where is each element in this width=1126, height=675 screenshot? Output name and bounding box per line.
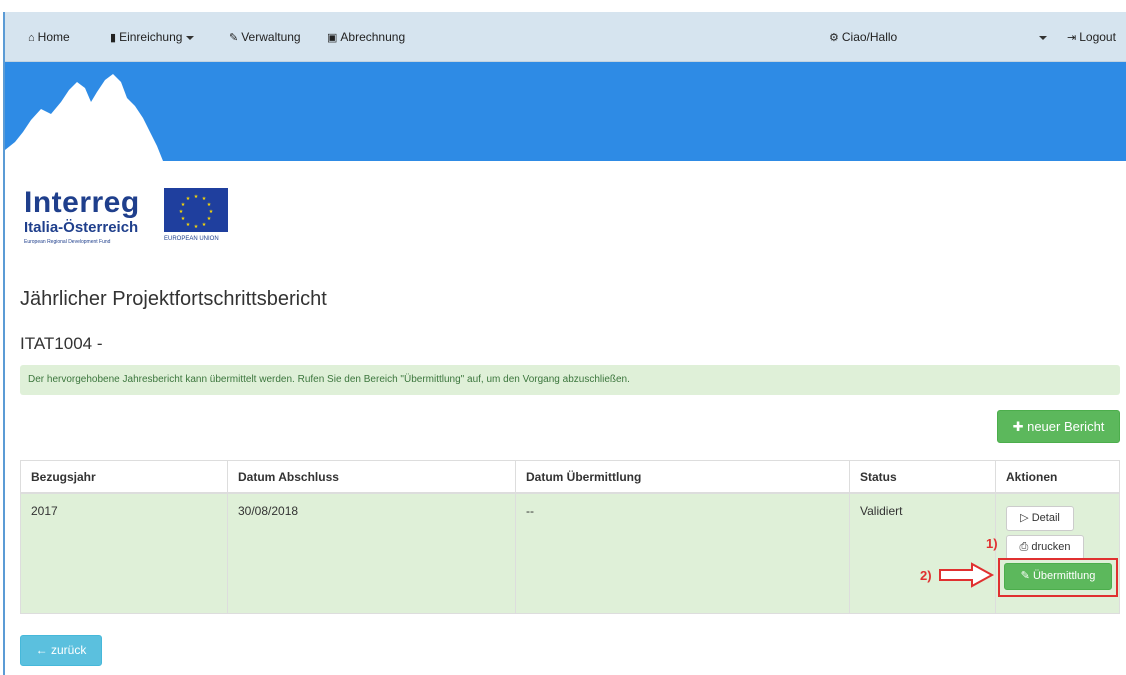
- svg-text:★: ★: [194, 194, 199, 200]
- logo-word: Interreg: [24, 186, 140, 219]
- folder-open-icon: ▷: [1020, 512, 1029, 524]
- reports-table: Bezugsjahr Datum Abschluss Datum Übermit…: [20, 460, 1120, 614]
- column-header-actions: Aktionen: [996, 461, 1119, 494]
- nav-logout-label: Logout: [1079, 30, 1116, 44]
- money-icon: ▣: [327, 32, 338, 44]
- svg-text:★: ★: [207, 202, 212, 208]
- back-label: zurück: [51, 643, 87, 657]
- nav-home-label: Home: [37, 30, 70, 44]
- column-header-submission: Datum Übermittlung: [516, 461, 850, 494]
- highlight-box: [998, 558, 1118, 597]
- book-icon: ▮: [110, 32, 117, 44]
- svg-text:★: ★: [202, 222, 207, 228]
- alert-text: Der hervorgehobene Jahresbericht kann üb…: [28, 374, 630, 385]
- print-icon: ⎙: [1019, 541, 1029, 553]
- chevron-down-icon: [1039, 35, 1047, 40]
- column-header-status: Status: [850, 461, 996, 494]
- nav-logout[interactable]: ⇥ Logout: [1067, 12, 1116, 62]
- annotation-1: 1): [986, 536, 998, 551]
- new-report-label: neuer Bericht: [1027, 419, 1105, 434]
- print-button[interactable]: ⎙ drucken: [1006, 535, 1084, 560]
- nav-abrechnung[interactable]: ▣ Abrechnung: [327, 12, 405, 62]
- chevron-down-icon: [186, 35, 195, 40]
- navbar: ⌂ Home ▮ Einreichung ✎ Verwaltung ▣ Abrechnu…: [5, 12, 1126, 62]
- table-row: 2017 30/08/2018 -- Validiert: [21, 494, 1119, 613]
- svg-text:★: ★: [194, 224, 199, 230]
- logout-icon: ⇥: [1067, 32, 1077, 44]
- pencil-icon: ✎: [229, 32, 239, 44]
- plus-icon: ✚: [1012, 419, 1024, 434]
- cell-submission-date: --: [516, 494, 850, 613]
- svg-text:★: ★: [186, 222, 191, 228]
- column-header-year: Bezugsjahr: [21, 461, 228, 494]
- header-banner: [5, 62, 1126, 161]
- interreg-logo: Interreg Italia-Österreich European Regi…: [24, 186, 234, 256]
- logo-sub: Italia-Österreich: [24, 219, 139, 236]
- arrow-right-icon: [939, 562, 995, 588]
- cell-status: Validiert: [850, 494, 996, 613]
- nav-home[interactable]: ⌂ Home: [28, 12, 70, 62]
- detail-button[interactable]: ▷ Detail: [1006, 506, 1074, 531]
- cell-closing-date: 30/08/2018: [228, 494, 516, 613]
- nav-verwaltung[interactable]: ✎ Verwaltung: [229, 12, 301, 62]
- nav-user[interactable]: ⚙ Ciao/Hallo: [829, 12, 897, 62]
- mountains-illustration: [5, 74, 163, 161]
- annotation-2: 2): [920, 568, 932, 583]
- nav-verwaltung-label: Verwaltung: [241, 30, 301, 44]
- logo-fund: European Regional Development Fund: [24, 239, 111, 245]
- home-icon: ⌂: [28, 32, 35, 44]
- new-report-button[interactable]: ✚ neuer Bericht: [997, 410, 1120, 443]
- back-button[interactable]: ← zurück: [20, 635, 102, 666]
- svg-text:★: ★: [209, 209, 214, 215]
- column-header-closing: Datum Abschluss: [228, 461, 516, 494]
- nav-abrechnung-label: Abrechnung: [340, 30, 406, 44]
- svg-text:★: ★: [181, 202, 186, 208]
- top-strip: [0, 0, 1126, 12]
- cell-year: 2017: [21, 494, 228, 613]
- gear-icon: ⚙: [829, 32, 839, 44]
- project-code: ITAT1004 -: [20, 334, 103, 353]
- info-alert: Der hervorgehobene Jahresbericht kann üb…: [20, 365, 1120, 395]
- svg-text:★: ★: [181, 216, 186, 222]
- nav-greeting: Ciao/Hallo: [841, 30, 898, 44]
- print-label: drucken: [1031, 541, 1071, 553]
- nav-einreichung-label: Einreichung: [119, 30, 183, 44]
- arrow-left-icon: ←: [35, 643, 48, 657]
- svg-text:★: ★: [179, 209, 184, 215]
- page-title: Jährlicher Projektfortschrittsbericht: [20, 288, 327, 310]
- svg-text:★: ★: [207, 216, 212, 222]
- svg-text:★: ★: [186, 196, 191, 202]
- user-dropdown-toggle[interactable]: [1035, 12, 1047, 62]
- detail-label: Detail: [1031, 512, 1060, 524]
- eu-flag-icon: ★ ★ ★ ★ ★ ★ ★ ★ ★ ★ ★ ★: [164, 188, 228, 232]
- nav-einreichung[interactable]: ▮ Einreichung: [110, 12, 195, 62]
- eu-label: EUROPEAN UNION: [164, 236, 219, 242]
